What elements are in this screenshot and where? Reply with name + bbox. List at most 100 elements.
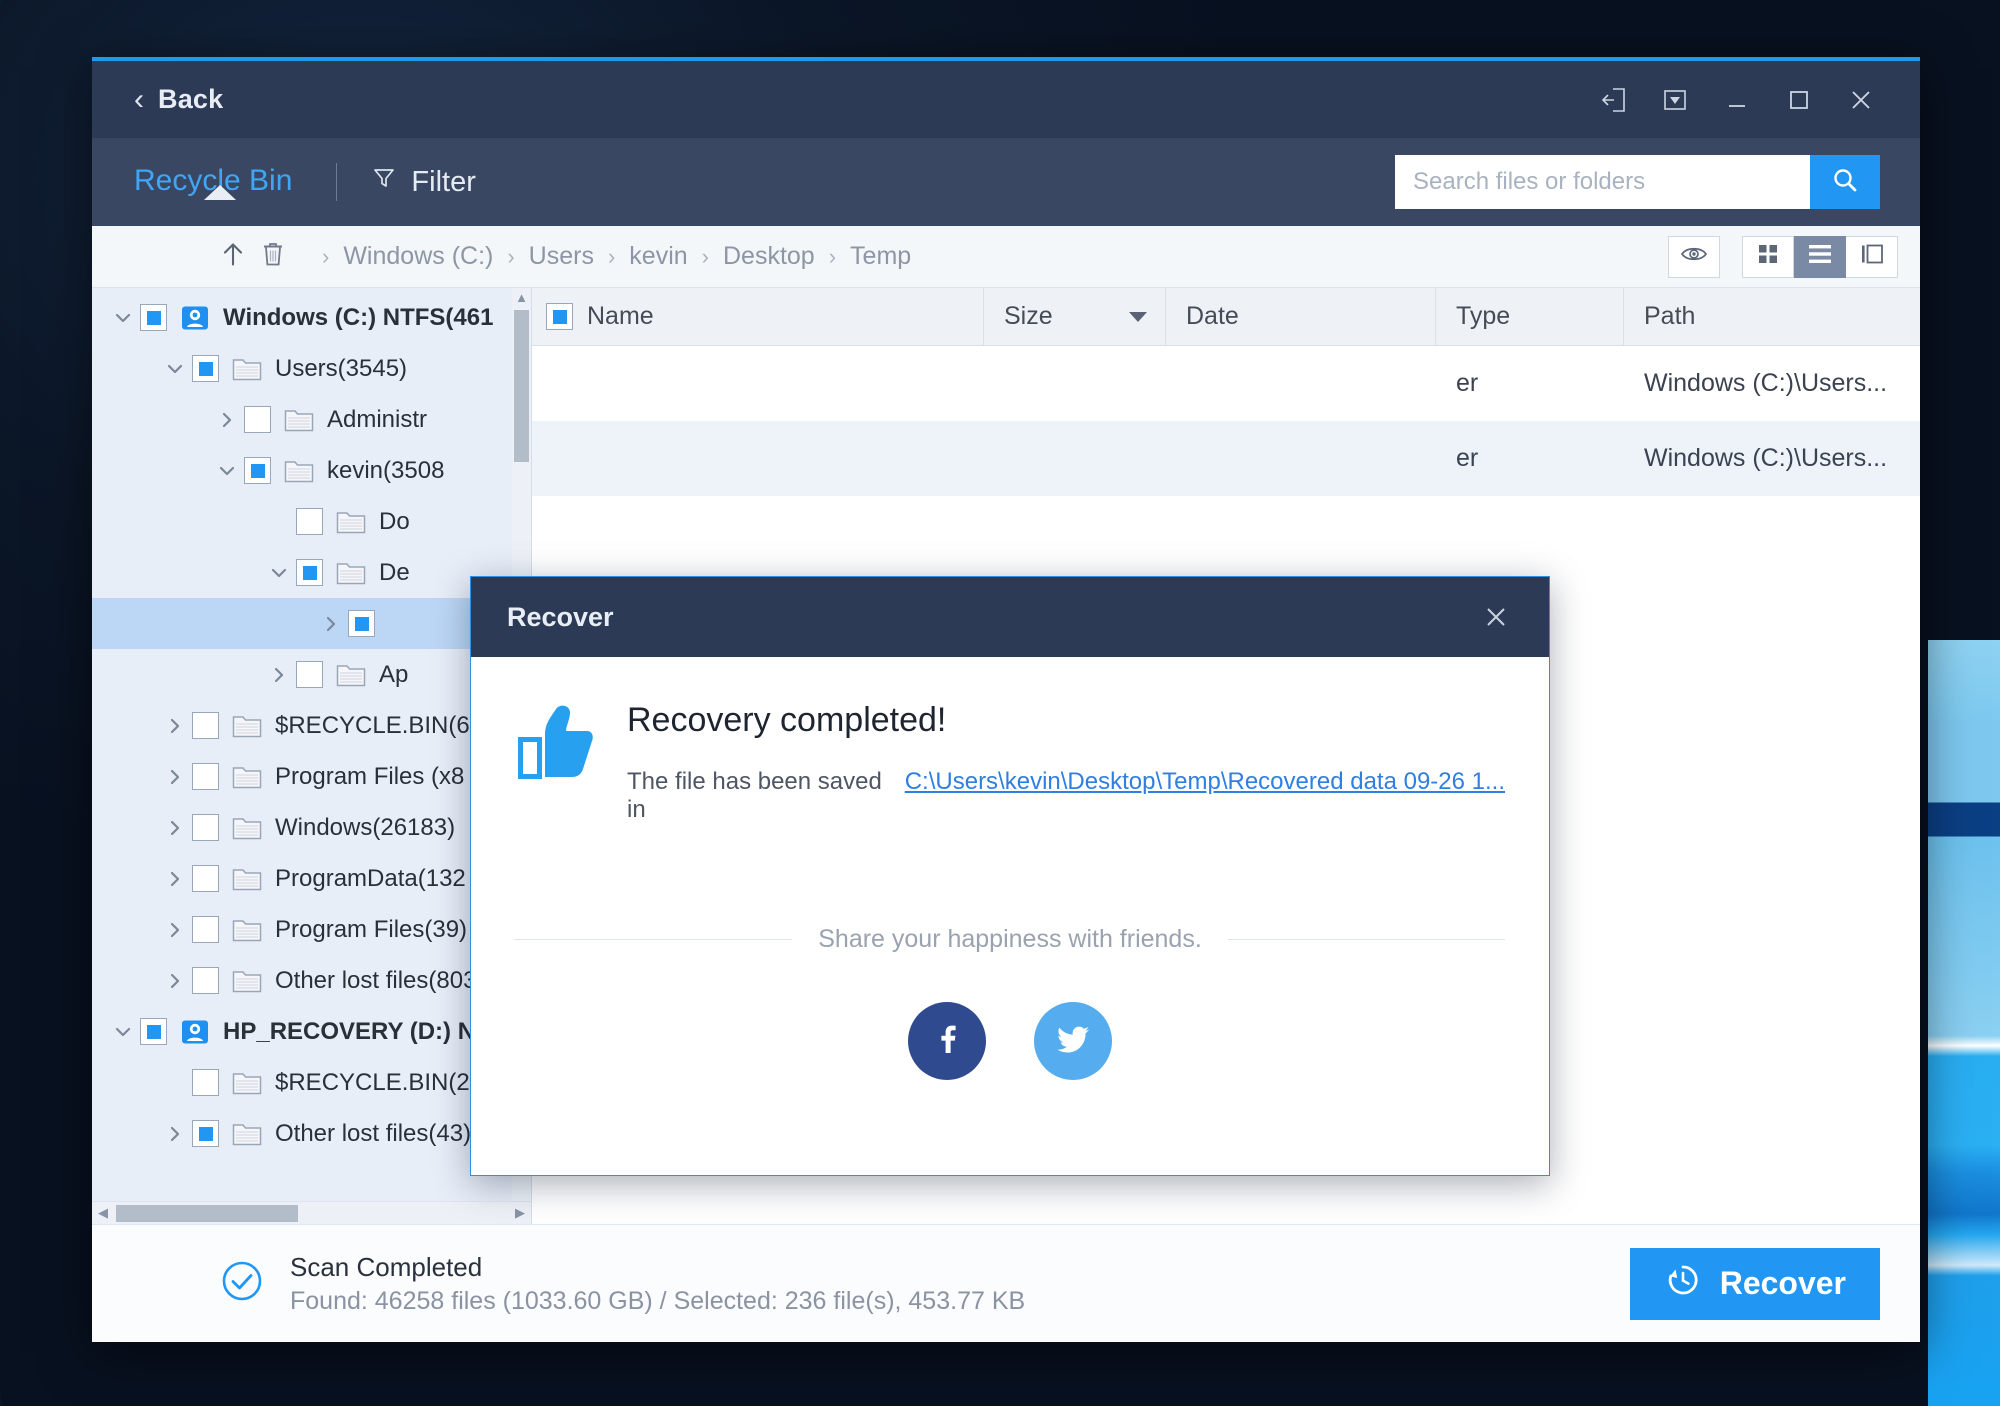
breadcrumb-item-desktop[interactable]: Desktop xyxy=(721,242,817,271)
tree-node-checkbox[interactable] xyxy=(192,814,219,841)
chevron-right-icon[interactable] xyxy=(314,613,348,635)
tree-vscroll-thumb[interactable] xyxy=(514,310,529,462)
tree-node[interactable]: HP_RECOVERY (D:) NTFS xyxy=(92,1006,531,1057)
chevron-down-icon[interactable] xyxy=(106,1021,140,1043)
breadcrumb-item-windows-c[interactable]: Windows (C:) xyxy=(341,242,495,271)
tree-horizontal-scrollbar[interactable]: ◀ ▶ xyxy=(92,1201,531,1224)
recover-button[interactable]: Recover xyxy=(1629,1247,1880,1320)
tree-node[interactable]: $RECYCLE.BIN(69 xyxy=(92,700,531,751)
tree-node[interactable]: Other lost files(43) xyxy=(92,1108,531,1159)
chevron-down-icon[interactable] xyxy=(210,460,244,482)
table-cell-size xyxy=(984,421,1166,496)
grid-view-button[interactable] xyxy=(1742,235,1794,278)
scroll-right-arrow-icon[interactable]: ▶ xyxy=(509,1205,531,1221)
tree-node[interactable]: Ap xyxy=(92,649,531,700)
chevron-right-icon[interactable] xyxy=(158,766,192,788)
chevron-right-icon[interactable] xyxy=(158,715,192,737)
select-all-checkbox[interactable] xyxy=(546,303,573,330)
tab-recycle-bin[interactable]: Recycle Bin xyxy=(134,164,292,200)
column-header-path[interactable]: Path xyxy=(1624,288,1920,345)
tree-node[interactable]: ProgramData(132 xyxy=(92,853,531,904)
breadcrumb-item-temp[interactable]: Temp xyxy=(848,242,913,271)
tree-node[interactable]: Program Files (x8 xyxy=(92,751,531,802)
tree-node-checkbox[interactable] xyxy=(192,865,219,892)
tree-node-checkbox[interactable] xyxy=(192,355,219,382)
file-list-rows: er Windows (C:)\Users... er Windows (C:)\Us… xyxy=(532,346,1920,496)
tree-node-checkbox[interactable] xyxy=(192,1120,219,1147)
dropdown-icon[interactable] xyxy=(1644,70,1706,130)
status-bar: Scan Completed Found: 46258 files (1033.… xyxy=(92,1224,1920,1342)
column-header-date-label: Date xyxy=(1186,302,1239,330)
chevron-down-icon[interactable] xyxy=(262,562,296,584)
tree-node[interactable]: Do xyxy=(92,496,531,547)
column-header-date[interactable]: Date xyxy=(1166,288,1436,345)
dialog-close-icon[interactable] xyxy=(1473,594,1519,640)
dialog-saved-path-link[interactable]: C:\Users\kevin\Desktop\Temp\Recovered da… xyxy=(905,768,1505,796)
chevron-right-icon[interactable] xyxy=(158,817,192,839)
folder-tree[interactable]: Windows (C:) NTFS(461 Users(3545) Administ… xyxy=(92,288,531,1201)
tree-node-checkbox[interactable] xyxy=(296,559,323,586)
export-icon[interactable] xyxy=(1582,70,1644,130)
tree-node[interactable]: Windows (C:) NTFS(461 xyxy=(92,292,531,343)
chevron-right-icon[interactable] xyxy=(210,409,244,431)
folder-icon xyxy=(232,356,262,382)
recycle-bin-icon[interactable] xyxy=(260,240,286,273)
search-input[interactable] xyxy=(1395,155,1810,209)
scroll-left-arrow-icon[interactable]: ◀ xyxy=(92,1205,114,1221)
tree-node[interactable]: Other lost files(8039) xyxy=(92,955,531,1006)
tree-node[interactable]: $RECYCLE.BIN(2) xyxy=(92,1057,531,1108)
tree-node-checkbox[interactable] xyxy=(192,967,219,994)
tree-node-checkbox[interactable] xyxy=(296,661,323,688)
column-header-size[interactable]: Size xyxy=(984,288,1166,345)
preview-toggle-button[interactable] xyxy=(1668,235,1720,278)
tree-node-checkbox[interactable] xyxy=(192,712,219,739)
minimize-icon[interactable] xyxy=(1706,70,1768,130)
tree-node[interactable]: De xyxy=(92,547,531,598)
chevron-down-icon[interactable] xyxy=(158,358,192,380)
tree-node-checkbox[interactable] xyxy=(192,763,219,790)
facebook-share-button[interactable] xyxy=(908,1002,986,1080)
up-arrow-icon[interactable] xyxy=(220,240,246,273)
table-row[interactable]: er Windows (C:)\Users... xyxy=(532,421,1920,496)
chevron-right-icon[interactable] xyxy=(158,1123,192,1145)
column-header-type[interactable]: Type xyxy=(1436,288,1624,345)
table-row[interactable]: er Windows (C:)\Users... xyxy=(532,346,1920,421)
tree-node[interactable]: kevin(3508 xyxy=(92,445,531,496)
tree-node-label: $RECYCLE.BIN(69 xyxy=(275,711,484,739)
maximize-icon[interactable] xyxy=(1768,70,1830,130)
chevron-right-icon[interactable] xyxy=(158,868,192,890)
tree-node-checkbox[interactable] xyxy=(140,304,167,331)
tree-node[interactable]: Administr xyxy=(92,394,531,445)
tree-node-checkbox[interactable] xyxy=(348,610,375,637)
breadcrumb-item-users[interactable]: Users xyxy=(527,242,596,271)
scroll-up-arrow-icon[interactable]: ▲ xyxy=(512,288,531,307)
tree-node[interactable]: Users(3545) xyxy=(92,343,531,394)
tree-node-checkbox[interactable] xyxy=(244,406,271,433)
tree-node[interactable]: Program Files(39) xyxy=(92,904,531,955)
breadcrumb-item-kevin[interactable]: kevin xyxy=(627,242,689,271)
tree-node[interactable] xyxy=(92,598,531,649)
status-title: Scan Completed xyxy=(290,1251,483,1282)
tree-node-checkbox[interactable] xyxy=(192,1069,219,1096)
drive-icon xyxy=(180,304,210,332)
tree-node[interactable]: Windows(26183) xyxy=(92,802,531,853)
tree-hscroll-thumb[interactable] xyxy=(116,1205,298,1222)
back-button[interactable]: ‹ Back xyxy=(134,84,223,115)
column-header-name[interactable]: Name xyxy=(532,288,984,345)
chevron-right-icon[interactable] xyxy=(262,664,296,686)
filter-button[interactable]: Filter xyxy=(371,165,476,199)
chevron-right-icon[interactable] xyxy=(158,970,192,992)
tree-node-checkbox[interactable] xyxy=(296,508,323,535)
close-icon[interactable] xyxy=(1830,70,1892,130)
chevron-right-icon[interactable] xyxy=(158,919,192,941)
tree-node-label: ProgramData(132 xyxy=(275,864,466,892)
detail-view-button[interactable] xyxy=(1846,235,1898,278)
twitter-share-button[interactable] xyxy=(1034,1002,1112,1080)
tree-node-checkbox[interactable] xyxy=(192,916,219,943)
folder-icon xyxy=(232,968,262,994)
search-button[interactable] xyxy=(1810,155,1880,209)
chevron-down-icon[interactable] xyxy=(106,307,140,329)
list-view-button[interactable] xyxy=(1794,235,1846,278)
tree-node-checkbox[interactable] xyxy=(140,1018,167,1045)
tree-node-checkbox[interactable] xyxy=(244,457,271,484)
